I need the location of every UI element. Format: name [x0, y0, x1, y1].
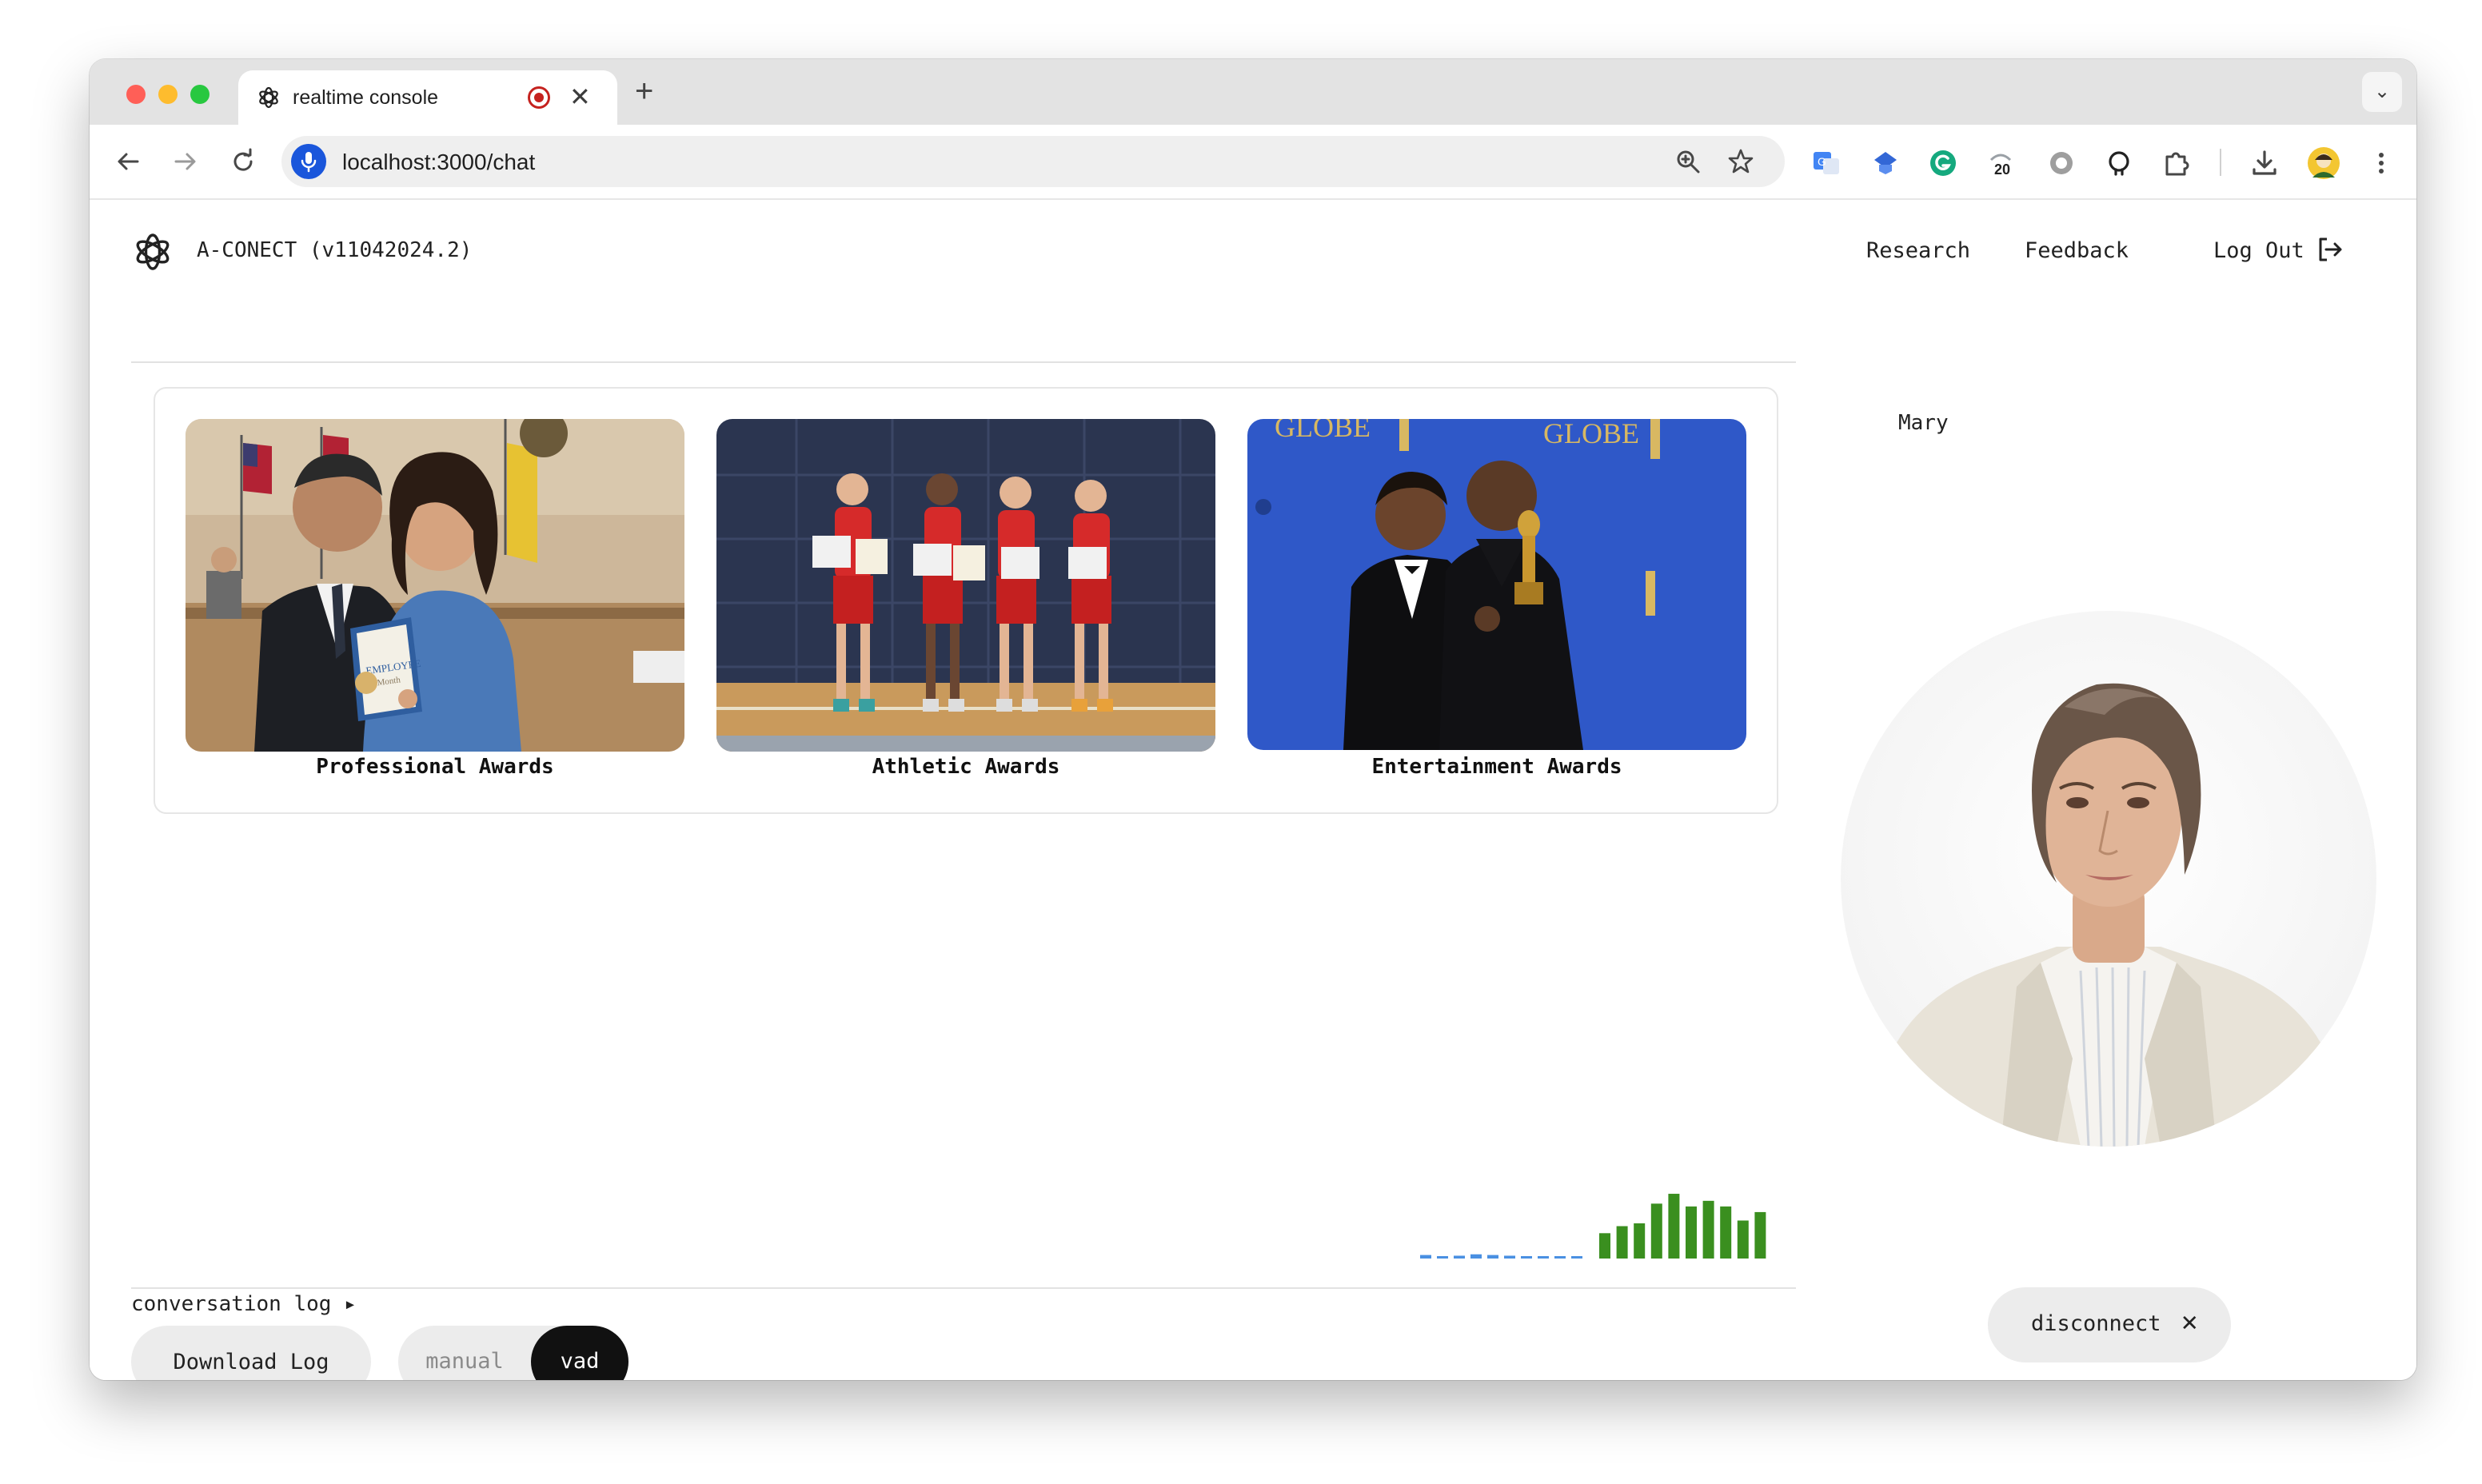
disconnect-label: disconnect	[2031, 1311, 2161, 1336]
output-level-bar	[1599, 1233, 1610, 1259]
output-level-bar	[1754, 1211, 1766, 1259]
input-level-bar	[1504, 1255, 1515, 1259]
tab-search-button[interactable]: ⌄	[2362, 72, 2402, 112]
gallery-card-athletic[interactable]: Athletic Awards	[716, 419, 1215, 787]
image-gallery: EMPLOYEE Month Professional Awards Athle…	[154, 387, 1778, 814]
backdrop-sign-text: GLOBE	[1543, 419, 1639, 449]
card-label: Professional Awards	[316, 755, 554, 779]
zoom-icon[interactable]	[1674, 148, 1702, 175]
input-level-bar	[1420, 1255, 1431, 1259]
disconnect-button[interactable]: disconnect ✕	[1988, 1287, 2231, 1362]
input-level-bar	[1487, 1255, 1498, 1259]
input-level-bar	[1571, 1256, 1582, 1259]
conversation-log-toggle[interactable]: conversation log ▸	[131, 1292, 357, 1316]
download-log-button[interactable]: Download Log	[131, 1326, 371, 1380]
app-title: A-CONECT (v11042024.2)	[197, 238, 473, 262]
browser-window: realtime console ✕ + ⌄ localhost:3000/ch…	[90, 59, 2416, 1380]
gallery-card-entertainment[interactable]: GLOBE GLOBE Entertainment Awards	[1247, 419, 1746, 787]
card-label: Athletic Awards	[872, 755, 1060, 779]
download-icon[interactable]	[2249, 147, 2280, 179]
app-page: A-CONECT (v11042024.2) Research Feedback…	[90, 201, 2416, 1380]
circle-icon[interactable]	[2045, 147, 2077, 179]
logout-icon[interactable]	[2316, 235, 2344, 264]
close-window-button[interactable]	[126, 85, 146, 104]
tab-close-icon[interactable]: ✕	[569, 82, 591, 112]
input-level-bar	[1538, 1256, 1549, 1259]
more-icon[interactable]	[2365, 147, 2397, 179]
input-level-bar	[1437, 1256, 1448, 1259]
input-level-bar	[1554, 1256, 1566, 1259]
output-level-bar	[1668, 1194, 1680, 1259]
card-label: Entertainment Awards	[1371, 755, 1622, 779]
browser-toolbar: localhost:3000/chat G 20	[90, 125, 2416, 200]
back-icon[interactable]	[114, 147, 142, 176]
output-level-bars	[1599, 1194, 1766, 1259]
mode-toggle[interactable]: manual vad	[398, 1326, 628, 1380]
browser-tab[interactable]: realtime console ✕	[238, 70, 617, 125]
research-link[interactable]: Research	[1866, 238, 1970, 263]
github-icon[interactable]	[2103, 147, 2135, 179]
output-level-bar	[1737, 1220, 1749, 1259]
mic-icon[interactable]	[291, 144, 326, 179]
backdrop-sign-text: GLOBE	[1275, 419, 1371, 443]
tab-strip: realtime console ✕ + ⌄	[90, 59, 2416, 125]
openai-logo-icon	[136, 233, 170, 270]
athletic-awards-image[interactable]	[716, 419, 1215, 752]
recording-icon	[528, 86, 550, 109]
maximize-window-button[interactable]	[190, 85, 209, 104]
output-level-bar	[1720, 1206, 1732, 1259]
logout-link[interactable]: Log Out	[2213, 238, 2304, 263]
entertainment-awards-image[interactable]: GLOBE GLOBE	[1247, 419, 1746, 750]
address-bar[interactable]: localhost:3000/chat	[281, 136, 1785, 187]
output-level-bar	[1686, 1206, 1697, 1259]
reload-icon[interactable]	[229, 147, 257, 176]
mode-vad-option[interactable]: vad	[531, 1326, 628, 1380]
tab-title: realtime console	[293, 86, 439, 109]
gallery-card-professional[interactable]: EMPLOYEE Month Professional Awards	[186, 419, 684, 787]
star-icon[interactable]	[1727, 148, 1754, 175]
svg-text:G: G	[1818, 155, 1826, 168]
professional-awards-image[interactable]: EMPLOYEE Month	[186, 419, 684, 752]
input-level-bars	[1420, 1254, 1582, 1259]
feedback-link[interactable]: Feedback	[2025, 238, 2129, 263]
output-level-bar	[1650, 1203, 1662, 1259]
grammarly-icon[interactable]	[1927, 147, 1959, 179]
profile-icon[interactable]	[2306, 146, 2341, 181]
new-tab-button[interactable]: +	[635, 74, 653, 110]
url-text[interactable]: localhost:3000/chat	[342, 150, 535, 175]
agent-avatar	[1841, 611, 2376, 1147]
close-icon: ✕	[2181, 1306, 2198, 1338]
audio-visualizer	[1420, 1194, 1766, 1259]
openai-favicon-icon	[259, 86, 278, 109]
agent-name: Mary	[1898, 411, 1949, 435]
extension-icon[interactable]	[1869, 147, 1901, 179]
input-level-bar	[1470, 1254, 1482, 1259]
puzzle-icon[interactable]	[2161, 147, 2193, 179]
mode-manual-option[interactable]: manual	[398, 1326, 531, 1380]
header-divider	[131, 361, 1796, 363]
output-level-bar	[1616, 1226, 1628, 1259]
footer-divider	[131, 1287, 1796, 1289]
minimize-window-button[interactable]	[158, 85, 178, 104]
extension-badge: 20	[1994, 162, 2011, 178]
output-level-bar	[1634, 1223, 1646, 1259]
input-level-bar	[1454, 1255, 1465, 1259]
forward-icon[interactable]	[171, 147, 200, 176]
extension-counter-icon[interactable]: 20	[1985, 147, 2017, 179]
translate-icon[interactable]: G	[1810, 147, 1842, 179]
output-level-bar	[1702, 1200, 1714, 1259]
toolbar-separator	[2220, 149, 2221, 176]
input-level-bar	[1521, 1256, 1532, 1259]
